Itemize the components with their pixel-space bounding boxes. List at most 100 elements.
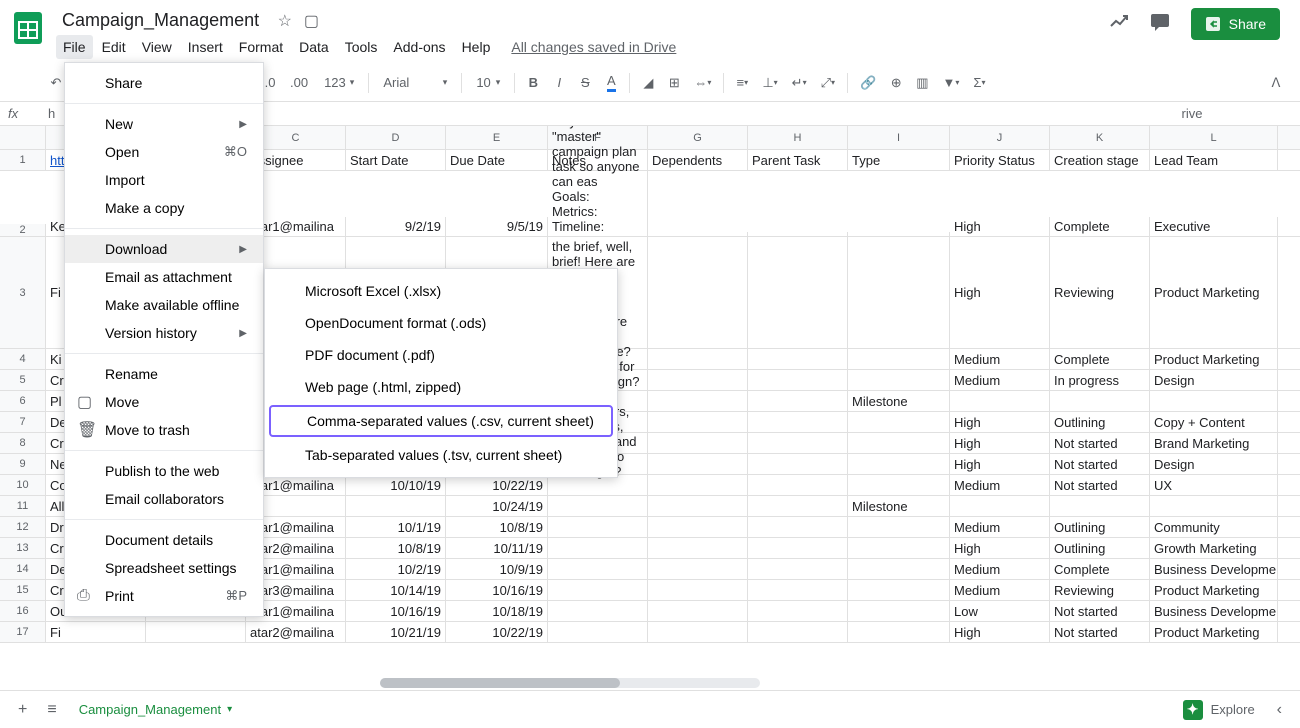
row-num[interactable]: 3 (0, 237, 46, 348)
cell[interactable] (748, 622, 848, 642)
cell[interactable]: 10/9/19 (446, 559, 548, 579)
cell[interactable] (648, 349, 748, 369)
cell[interactable] (848, 538, 950, 558)
cell[interactable]: Fi (46, 622, 146, 642)
share-button[interactable]: Share (1191, 8, 1280, 40)
menu-insert[interactable]: Insert (181, 35, 230, 59)
cell[interactable] (548, 517, 648, 537)
cell[interactable] (648, 232, 748, 236)
row-num[interactable]: 2 (0, 224, 46, 236)
increase-decimal-button[interactable]: .00 (284, 71, 314, 95)
fill-color-icon[interactable]: ◢ (636, 71, 660, 95)
cell[interactable] (548, 622, 648, 642)
row-num[interactable]: 1 (0, 150, 46, 170)
menu-format[interactable]: Format (232, 35, 290, 59)
strikethrough-icon[interactable]: S (573, 71, 597, 95)
cell[interactable] (1050, 496, 1150, 516)
cell[interactable] (748, 496, 848, 516)
cell[interactable]: Not started (1050, 601, 1150, 621)
cell[interactable] (648, 517, 748, 537)
cell[interactable] (848, 433, 950, 453)
cell[interactable]: Outlining (1050, 517, 1150, 537)
menu-addons[interactable]: Add-ons (386, 35, 452, 59)
cell[interactable]: Outlining (1050, 538, 1150, 558)
cell[interactable] (848, 580, 950, 600)
rotate-icon[interactable]: ⤢▾ (815, 71, 841, 95)
cell[interactable]: Use this task as your "master" campaign … (548, 126, 648, 236)
cell[interactable]: Complete (1050, 217, 1150, 236)
italic-icon[interactable]: I (547, 71, 571, 95)
cell[interactable] (548, 601, 648, 621)
document-title[interactable]: Campaign_Management (56, 8, 265, 33)
cell[interactable] (748, 412, 848, 432)
cell[interactable] (848, 412, 950, 432)
cell[interactable]: Community (1150, 517, 1278, 537)
cell[interactable] (748, 433, 848, 453)
cell[interactable] (748, 601, 848, 621)
cell[interactable] (648, 391, 748, 411)
cell[interactable] (748, 475, 848, 495)
download-html[interactable]: Web page (.html, zipped) (265, 371, 617, 403)
menu-share[interactable]: Share (65, 69, 263, 97)
row-num[interactable]: 13 (0, 538, 46, 558)
cell[interactable]: Parent Task (748, 150, 848, 170)
col-head-H[interactable]: H (748, 126, 848, 149)
row-num[interactable]: 16 (0, 601, 46, 621)
cell[interactable] (1050, 391, 1150, 411)
menu-print[interactable]: ⎙Print⌘P (65, 582, 263, 610)
download-csv[interactable]: Comma-separated values (.csv, current sh… (269, 405, 613, 437)
cell[interactable]: 10/10/19 (346, 475, 446, 495)
menu-email-collaborators[interactable]: Email collaborators (65, 485, 263, 513)
cell[interactable] (648, 496, 748, 516)
cell[interactable]: Reviewing (1050, 237, 1150, 348)
cell[interactable]: Milestone (848, 496, 950, 516)
cell[interactable]: 10/14/19 (346, 580, 446, 600)
cell[interactable] (346, 496, 446, 516)
cell[interactable]: High (950, 433, 1050, 453)
download-ods[interactable]: OpenDocument format (.ods) (265, 307, 617, 339)
cell[interactable]: Business Developmen (1150, 601, 1278, 621)
cell[interactable] (548, 580, 648, 600)
cell[interactable] (1150, 391, 1278, 411)
menu-offline[interactable]: Make available offline (65, 291, 263, 319)
menu-rename[interactable]: Rename (65, 360, 263, 388)
row-num[interactable]: 14 (0, 559, 46, 579)
cell[interactable]: 10/11/19 (446, 538, 548, 558)
row-num[interactable]: 6 (0, 391, 46, 411)
menu-version-history[interactable]: Version history▶ (65, 319, 263, 347)
cell[interactable] (848, 232, 950, 236)
menu-doc-details[interactable]: Document details (65, 526, 263, 554)
menu-open[interactable]: Open⌘O (65, 138, 263, 166)
font-size-select[interactable]: 10▾ (468, 73, 508, 92)
text-color-icon[interactable]: A (599, 71, 623, 95)
cell[interactable]: 9/5/19 (446, 217, 548, 236)
cell[interactable]: High (950, 412, 1050, 432)
col-head-D[interactable]: D (346, 126, 446, 149)
cell[interactable]: 10/8/19 (446, 517, 548, 537)
cell[interactable]: Executive (1150, 217, 1278, 236)
cell[interactable] (950, 496, 1050, 516)
cell[interactable] (648, 538, 748, 558)
cell[interactable]: Product Marketing (1150, 237, 1278, 348)
cell[interactable]: High (950, 237, 1050, 348)
menu-edit[interactable]: Edit (95, 35, 133, 59)
cell[interactable] (848, 517, 950, 537)
font-select[interactable]: Arial▾ (375, 73, 455, 92)
cell[interactable]: Complete (1050, 559, 1150, 579)
cell[interactable] (648, 433, 748, 453)
cell[interactable]: 10/22/19 (446, 475, 548, 495)
menu-spreadsheet-settings[interactable]: Spreadsheet settings (65, 554, 263, 582)
download-tsv[interactable]: Tab-separated values (.tsv, current shee… (265, 439, 617, 471)
cell[interactable]: UX (1150, 475, 1278, 495)
cell[interactable]: Low (950, 601, 1050, 621)
cell[interactable]: Copy + Content (1150, 412, 1278, 432)
cell[interactable]: Outlining (1050, 412, 1150, 432)
cell[interactable] (748, 580, 848, 600)
cell[interactable] (648, 412, 748, 432)
menu-download[interactable]: Download▶ (65, 235, 263, 263)
cell[interactable] (1150, 496, 1278, 516)
cell[interactable] (748, 454, 848, 474)
valign-icon[interactable]: ⊥▾ (756, 71, 783, 95)
cell[interactable]: High (950, 622, 1050, 642)
cell[interactable]: Reviewing (1050, 580, 1150, 600)
